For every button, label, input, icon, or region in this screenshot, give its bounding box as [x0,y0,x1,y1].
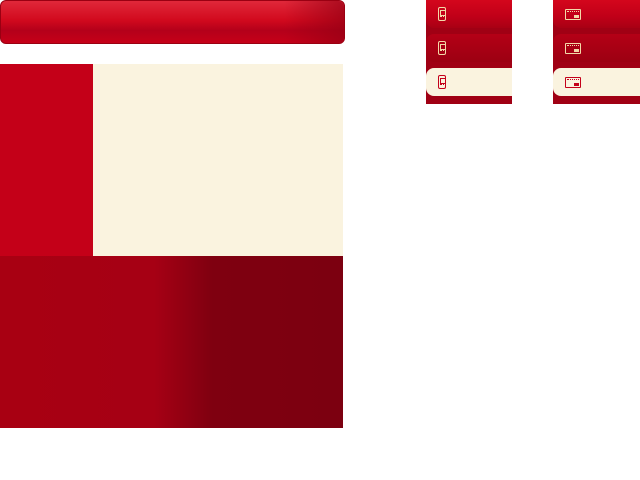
top-header-bar [0,0,345,44]
card-button-active[interactable] [553,68,640,96]
card-icon [565,76,581,88]
phone-button-states [426,0,512,104]
phone-icon [438,75,446,89]
phone-button-normal[interactable] [426,0,512,28]
card-button-states [553,0,640,104]
phone-button-hover[interactable] [426,34,512,62]
phone-icon [438,7,446,21]
phone-icon [438,41,446,55]
card-button-hover[interactable] [553,34,640,62]
main-panel [0,64,343,428]
phone-button-active[interactable] [426,68,512,96]
card-icon [565,42,581,54]
panel-sidebar [0,64,93,256]
card-button-normal[interactable] [553,0,640,28]
card-icon [565,8,581,20]
panel-footer [0,256,343,428]
panel-content-area [93,64,343,256]
